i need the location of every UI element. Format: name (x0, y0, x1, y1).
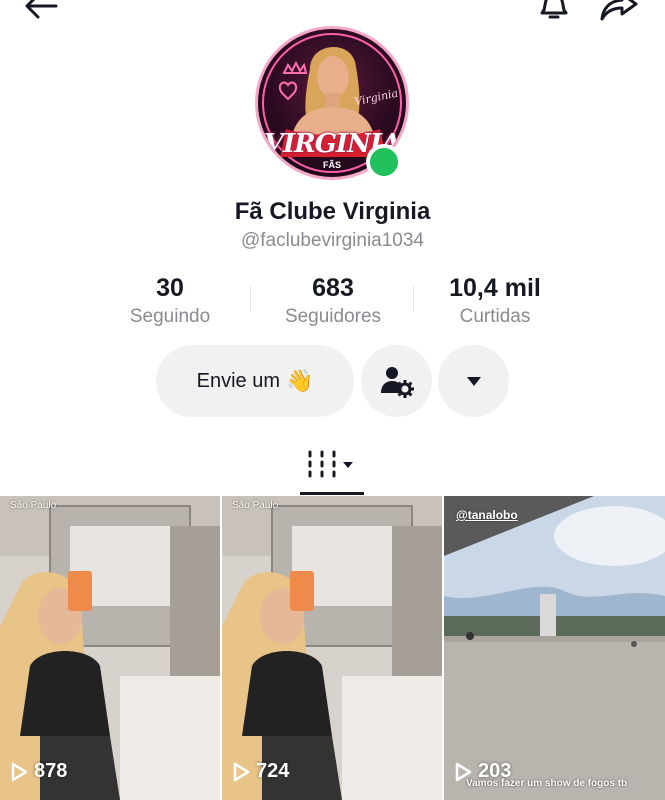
more-options-button[interactable] (438, 345, 509, 417)
video-thumbnail-image (222, 496, 442, 800)
play-icon (233, 762, 250, 781)
stat-value: 30 (156, 274, 184, 302)
stat-label: Seguidores (284, 306, 382, 327)
profile-actions: Envie um 👋 (0, 345, 665, 417)
stat-followers[interactable]: 683 Seguidores (253, 274, 413, 328)
videos-grid-icon (308, 450, 353, 478)
play-icon (11, 762, 28, 781)
person-settings-icon (380, 367, 414, 398)
stat-likes[interactable]: 10,4 mil Curtidas (415, 274, 575, 328)
video-location: São Paulo (232, 500, 279, 511)
profile-handle: @faclubevirginia1034 (240, 230, 424, 251)
video-caption: Vamos fazer um show de fogos tb (466, 778, 628, 789)
stat-value: 683 (312, 274, 354, 302)
arrow-left-icon[interactable] (22, 0, 62, 24)
waving-hand-icon: 👋 (285, 368, 314, 393)
video-mention[interactable]: @tanalobo (456, 508, 518, 522)
video-location: São Paulo (10, 500, 57, 511)
bell-icon[interactable] (536, 0, 572, 24)
stat-divider (250, 286, 251, 312)
message-button[interactable]: Envie um 👋 (156, 345, 354, 417)
stat-divider (413, 286, 414, 312)
profile-name: Fã Clube Virginia (234, 198, 431, 225)
tab-videos[interactable] (300, 440, 364, 496)
video-grid: São Paulo 878 São Paulo 724 @tanalobo 20… (0, 496, 665, 800)
online-status-indicator (366, 144, 402, 180)
caret-down-icon (466, 377, 481, 386)
video-views-count: 878 (34, 760, 68, 782)
video-views: 724 (232, 760, 289, 783)
stat-label: Seguindo (129, 306, 211, 327)
content-tab-bar (0, 440, 665, 496)
video-thumbnail[interactable]: São Paulo 878 (0, 496, 220, 800)
message-button-label: Envie um (196, 369, 280, 392)
tab-active-indicator (300, 492, 364, 495)
video-views-count: 724 (256, 760, 290, 782)
video-thumbnail-image (0, 496, 220, 800)
video-views: 878 (10, 760, 67, 783)
stat-value: 10,4 mil (449, 274, 541, 302)
stat-label: Curtidas (459, 306, 531, 327)
profile-stats: 30 Seguindo 683 Seguidores 10,4 mil Curt… (0, 274, 665, 334)
video-thumbnail-image (444, 496, 665, 800)
stat-following[interactable]: 30 Seguindo (90, 274, 250, 328)
share-arrow-icon[interactable] (598, 0, 640, 24)
friend-settings-button[interactable] (361, 345, 432, 417)
video-thumbnail[interactable]: @tanalobo 203 Vamos fazer um show de fog… (444, 496, 665, 800)
video-thumbnail[interactable]: São Paulo 724 (222, 496, 442, 800)
